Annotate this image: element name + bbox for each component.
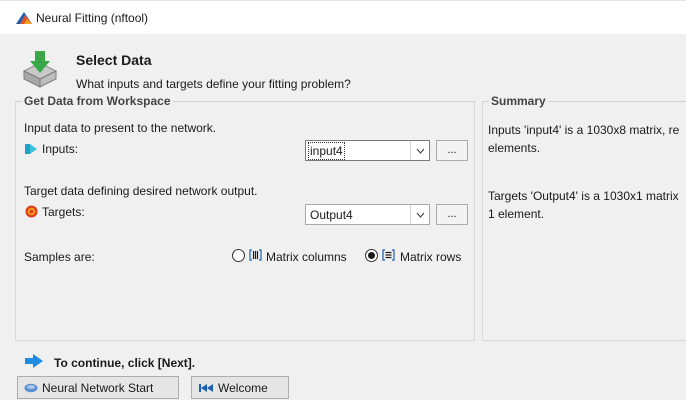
matrix-columns-radio[interactable] (232, 249, 245, 262)
inputs-browse-button[interactable]: ... (436, 140, 468, 161)
neural-network-start-label: Neural Network Start (42, 380, 154, 395)
inputs-select[interactable]: input4 (305, 140, 430, 161)
summary-inputs-line2: elements. (488, 141, 541, 155)
summary-legend: Summary (489, 94, 548, 108)
samples-label: Samples are: (24, 250, 95, 264)
matrix-rows-icon (382, 249, 395, 261)
matrix-columns-icon (249, 249, 262, 261)
inputs-label: Inputs: (42, 142, 79, 156)
input-icon (25, 144, 37, 154)
window-title: Neural Fitting (nftool) (36, 11, 149, 25)
chevron-down-icon[interactable] (410, 141, 429, 160)
summary-inputs: Inputs 'input4' is a 1030x8 matrix, re e… (488, 121, 686, 157)
input-caption: Input data to present to the network. (24, 121, 217, 135)
rewind-icon (199, 383, 213, 392)
title-bar: Neural Fitting (nftool) (0, 0, 686, 34)
targets-select[interactable]: Output4 (305, 204, 430, 225)
nn-start-icon (24, 383, 38, 392)
page-subtitle: What inputs and targets define your fitt… (76, 77, 351, 91)
summary-targets-line2: 1 element. (488, 207, 545, 221)
targets-select-value: Output4 (310, 208, 353, 222)
target-caption: Target data defining desired network out… (24, 184, 258, 198)
page-title: Select Data (76, 52, 152, 68)
select-data-icon (22, 51, 58, 88)
welcome-label: Welcome (218, 380, 268, 395)
welcome-button[interactable]: Welcome (191, 376, 289, 399)
matrix-columns-label[interactable]: Matrix columns (266, 250, 347, 264)
matrix-rows-label[interactable]: Matrix rows (400, 250, 461, 264)
targets-browse-button[interactable]: ... (436, 204, 468, 225)
matlab-icon (16, 12, 32, 24)
arrow-right-icon (25, 354, 43, 368)
chevron-down-icon[interactable] (410, 205, 429, 224)
summary-targets: Targets 'Output4' is a 1030x1 matrix 1 e… (488, 187, 686, 223)
summary-targets-line1: Targets 'Output4' is a 1030x1 matrix (488, 189, 679, 203)
target-icon (25, 205, 38, 218)
matrix-rows-radio[interactable] (365, 249, 378, 262)
summary-inputs-line1: Inputs 'input4' is a 1030x8 matrix, re (488, 123, 680, 137)
continue-hint: To continue, click [Next]. (54, 356, 196, 370)
workspace-legend: Get Data from Workspace (22, 94, 173, 108)
targets-label: Targets: (42, 205, 85, 219)
inputs-select-value: input4 (308, 142, 345, 160)
neural-network-start-button[interactable]: Neural Network Start (17, 376, 179, 399)
